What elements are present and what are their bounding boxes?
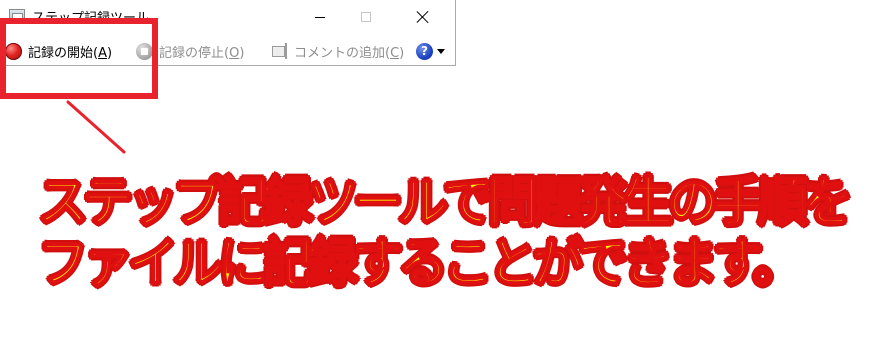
minimize-icon (315, 16, 325, 18)
stop-record-label: 記録の停止(O) (159, 45, 245, 61)
help-button[interactable]: ? (416, 38, 445, 64)
minimize-button[interactable] (297, 0, 343, 34)
highlight-box (0, 18, 158, 99)
chevron-down-icon (437, 48, 445, 54)
add-comment-icon (272, 43, 290, 59)
close-button[interactable] (400, 0, 446, 34)
close-icon (417, 11, 429, 23)
add-comment-button[interactable]: コメントの追加(C) (272, 38, 404, 64)
caption-line-2: ファイルに記録することができます。 (37, 232, 804, 295)
maximize-icon (361, 12, 371, 22)
add-comment-label: コメントの追加(C) (294, 45, 405, 61)
help-icon: ? (416, 42, 433, 60)
screenshot-stage: ステップ記録ツール 記録の開始(A) 記録の停止(O) コメントの追加(C) ?… (0, 0, 878, 354)
maximize-button[interactable] (343, 0, 389, 34)
